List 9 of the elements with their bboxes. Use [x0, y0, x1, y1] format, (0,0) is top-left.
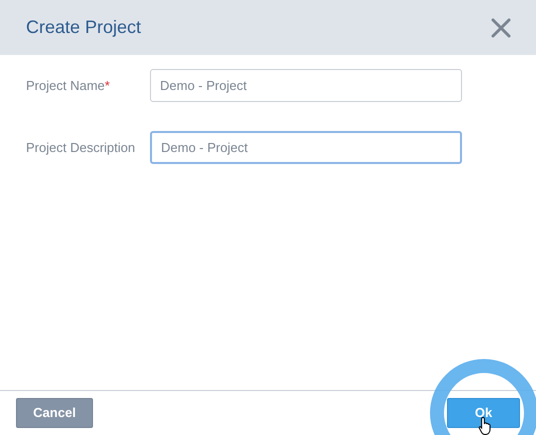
field-label: Project Name*	[25, 76, 111, 95]
field-label: Project Description	[25, 138, 136, 157]
cancel-button[interactable]: Cancel	[16, 398, 93, 428]
input-field[interactable]: Demo - Project	[150, 69, 462, 102]
ok-button[interactable]: Ok	[447, 398, 520, 428]
required-asterisk: *	[104, 78, 110, 93]
dialog-title: Create Project	[26, 16, 142, 39]
input-field[interactable]: Demo - Project	[150, 131, 462, 164]
close-icon[interactable]	[490, 16, 512, 38]
